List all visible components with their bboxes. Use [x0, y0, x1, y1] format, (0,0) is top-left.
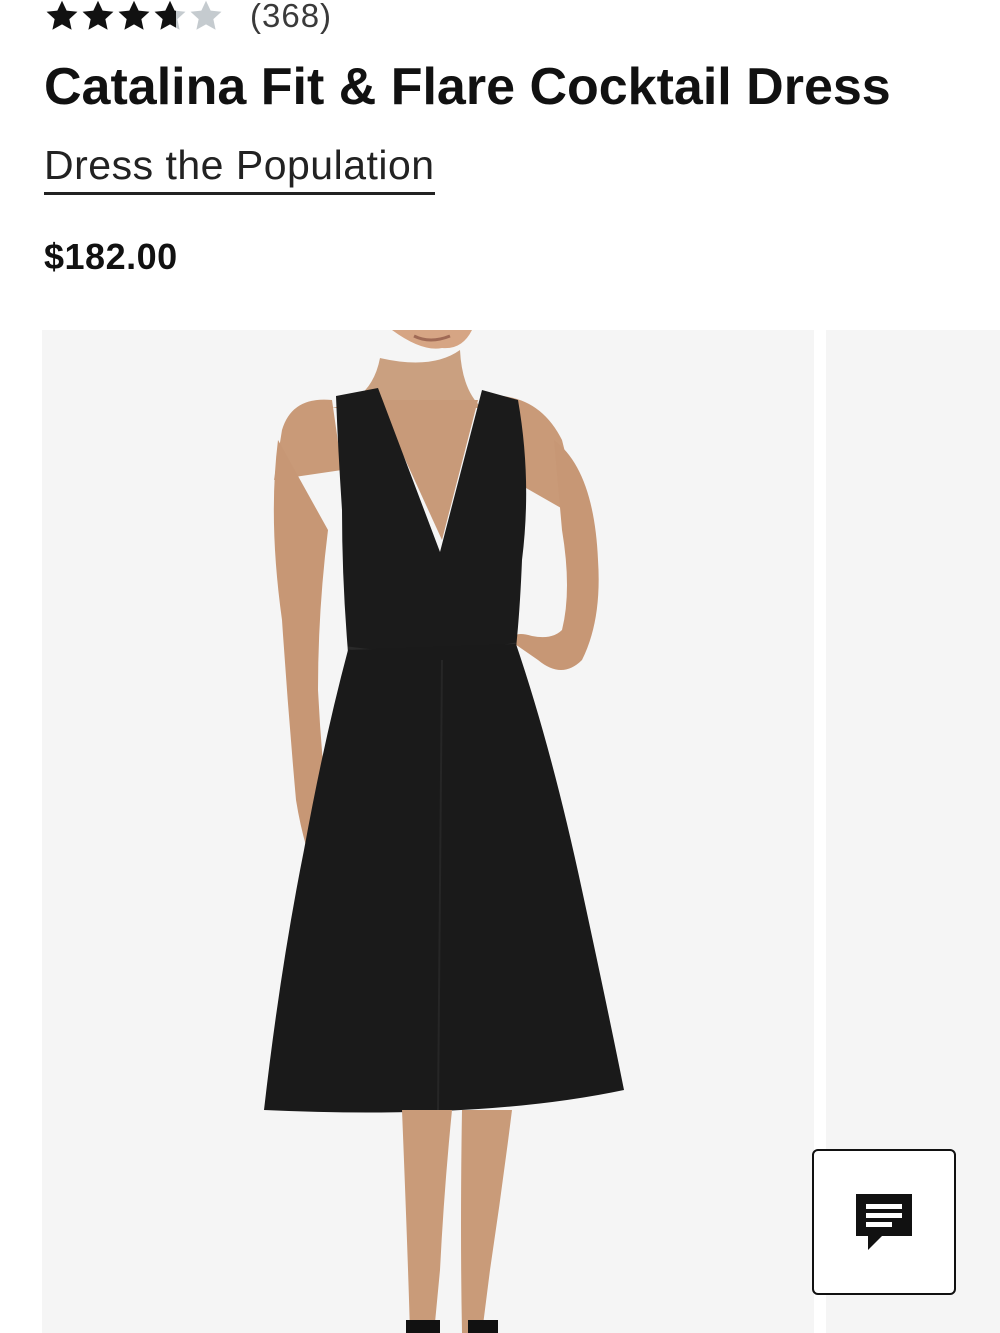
- star-icon: [46, 0, 78, 30]
- rating-row[interactable]: (368): [44, 0, 332, 38]
- review-count[interactable]: (368): [250, 0, 332, 35]
- product-price: $182.00: [44, 236, 178, 277]
- star-rating: [44, 0, 224, 34]
- brand-link[interactable]: Dress the Population: [44, 138, 435, 195]
- product-page: (368) Catalina Fit & Flare Cocktail Dres…: [0, 0, 1000, 1333]
- star-icon: [154, 0, 186, 30]
- star-icon: [118, 0, 150, 30]
- product-photo-black-dress: [264, 330, 624, 1333]
- star-icon: [82, 0, 114, 30]
- product-image[interactable]: [42, 330, 814, 1333]
- chat-button[interactable]: [812, 1149, 956, 1295]
- product-title: Catalina Fit & Flare Cocktail Dress: [44, 58, 891, 116]
- chat-bubble-icon: [856, 1194, 912, 1250]
- star-empty-icon: [190, 0, 222, 30]
